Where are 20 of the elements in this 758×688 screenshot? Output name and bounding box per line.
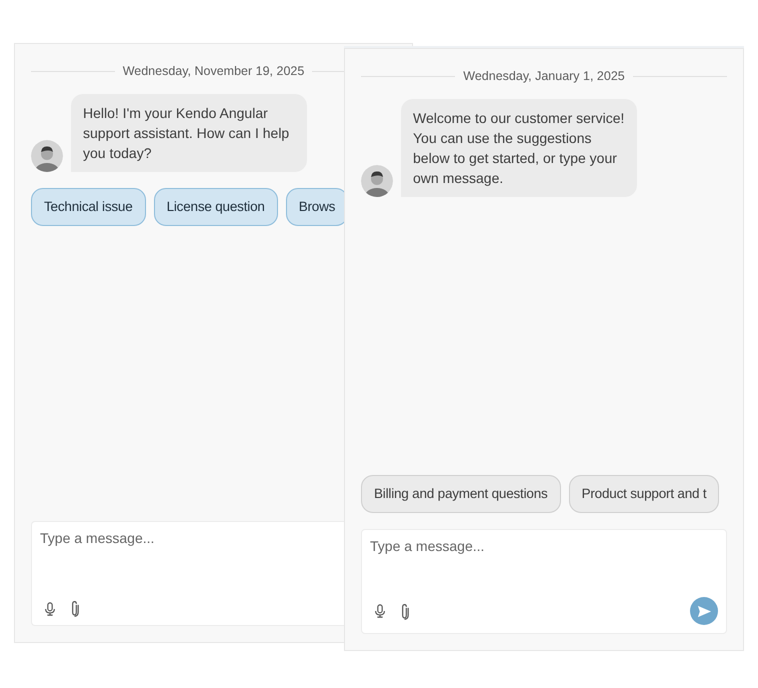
message-composer[interactable]: Type a message... bbox=[361, 529, 727, 634]
suggested-action-chip[interactable]: License question bbox=[154, 188, 278, 226]
paperclip-icon[interactable] bbox=[69, 600, 80, 617]
suggested-action-chip[interactable]: Technical issue bbox=[31, 188, 146, 226]
send-button[interactable] bbox=[690, 597, 718, 625]
message-bubble: Hello! I'm your Kendo Angular support assistant. How can I help you today? bbox=[71, 94, 307, 172]
date-separator: Wednesday, January 1, 2025 bbox=[361, 67, 727, 86]
message-bubble: Welcome to our customer service! You can use the suggestions below to get started, or type your own message. bbox=[401, 98, 637, 197]
message-input[interactable]: Type a message... bbox=[40, 528, 336, 600]
message-input[interactable]: Type a message... bbox=[370, 536, 718, 597]
microphone-icon[interactable] bbox=[373, 603, 387, 619]
paperclip-icon[interactable] bbox=[399, 602, 410, 620]
suggested-action-chip[interactable]: Brows bbox=[286, 188, 344, 226]
send-icon bbox=[696, 604, 712, 618]
avatar-icon bbox=[361, 164, 393, 197]
prompt-suggestion-chip[interactable]: Product support and t bbox=[568, 474, 720, 513]
avatar-icon bbox=[31, 140, 63, 172]
prompt-suggestion-chip[interactable]: Billing and payment questions bbox=[361, 474, 561, 513]
microphone-icon[interactable] bbox=[43, 600, 57, 616]
message-composer[interactable]: Type a message... bbox=[31, 521, 344, 626]
